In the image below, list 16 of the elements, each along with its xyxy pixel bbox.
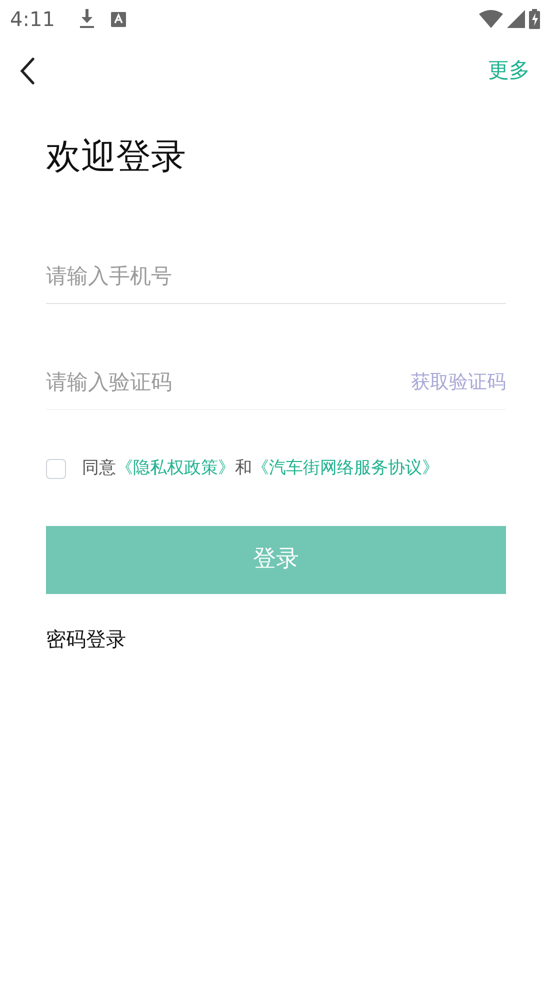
code-field[interactable]: 请输入验证码 — [46, 366, 403, 398]
policy-link[interactable]: 《隐私权政策》 — [116, 458, 235, 478]
password-login-link[interactable]: 密码登录 — [46, 624, 126, 654]
page-title: 欢迎登录 — [46, 136, 187, 178]
status-time: 4:11 — [10, 6, 55, 33]
battery-icon — [529, 9, 540, 29]
keyboard-icon — [110, 12, 126, 26]
agreement-text: 同意《隐私权政策》和《汽车街网络服务协议》 — [82, 457, 439, 480]
wifi-icon — [479, 10, 503, 28]
phone-field[interactable]: 请输入手机号 — [46, 260, 506, 292]
policy-link[interactable]: 《汽车街网络服务协议》 — [252, 458, 439, 478]
get-code-button[interactable]: 获取验证码 — [411, 368, 506, 397]
more-button[interactable]: 更多 — [488, 55, 530, 87]
download-icon — [78, 9, 95, 29]
agreement-checkbox[interactable] — [46, 458, 66, 479]
signal-icon — [507, 10, 525, 28]
